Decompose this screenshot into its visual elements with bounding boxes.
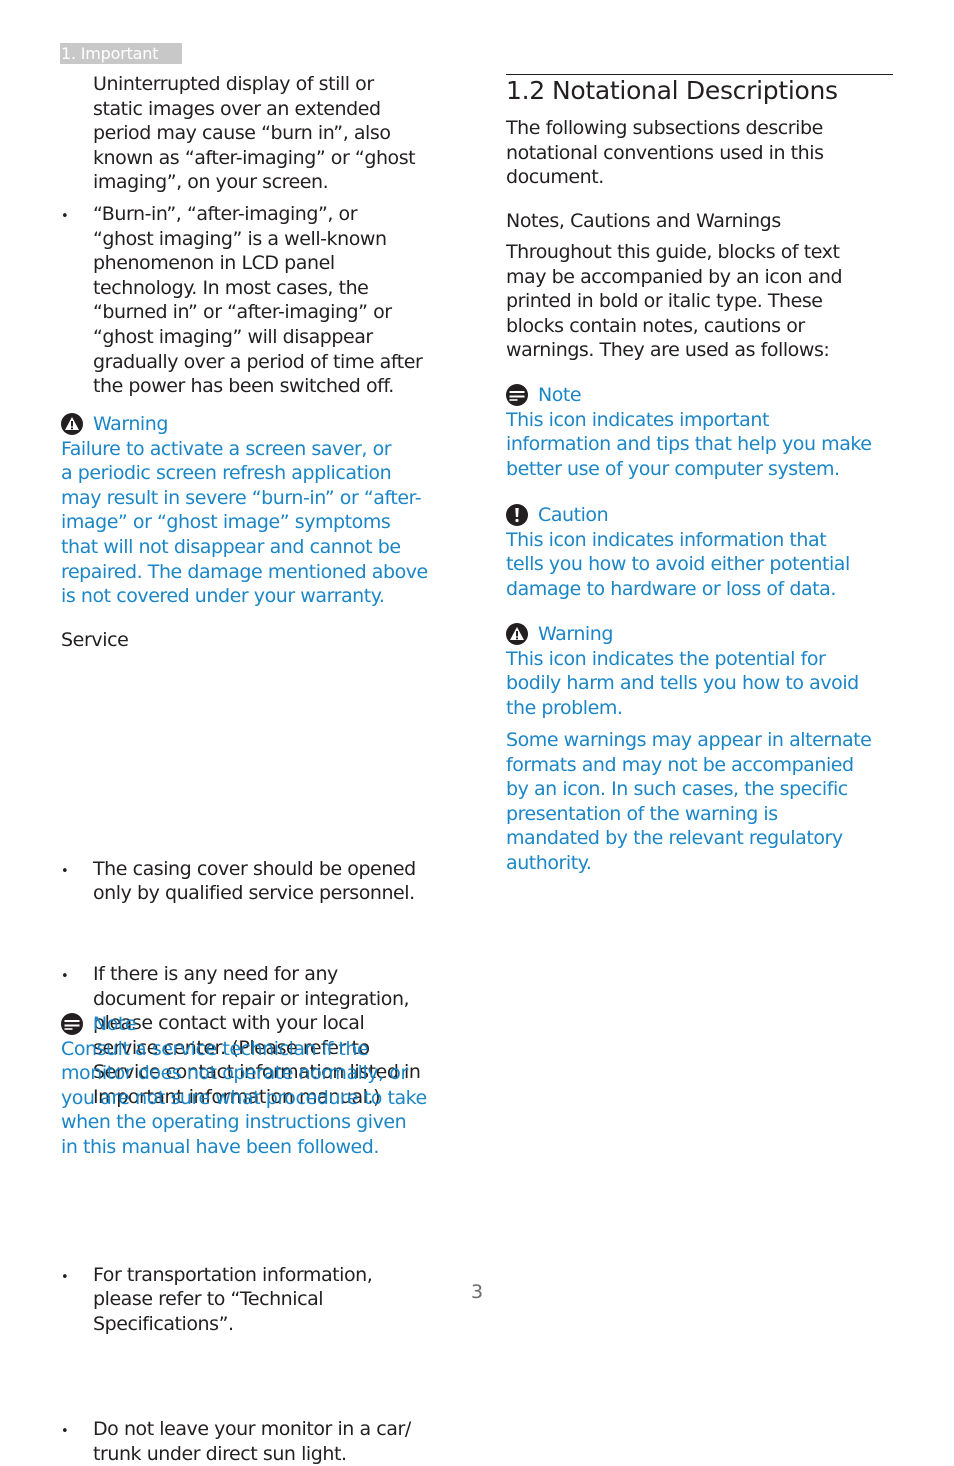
text-line: bodily harm and tells you how to avoid: [506, 672, 859, 695]
text-line: technology. In most cases, the: [93, 276, 369, 299]
note-heading: Note: [61, 1012, 427, 1037]
bullet-marker: [61, 962, 93, 990]
bullet-marker: [61, 202, 93, 230]
text-line: tells you how to avoid either potential: [506, 553, 850, 576]
section-number: 1.2: [506, 76, 545, 105]
caution-exclamation-icon: [506, 504, 528, 527]
warning-triangle-icon: [506, 623, 528, 646]
note-icon: [506, 384, 528, 407]
text-line: image” or “ghost image” symptoms: [61, 511, 391, 534]
caution-heading: Caution: [506, 503, 850, 528]
text-line: when the operating instructions given: [61, 1111, 407, 1134]
text-line: This icon indicates information that: [506, 528, 827, 551]
section-title: 1.2 Notational Descriptions: [506, 76, 838, 106]
text-line: trunk under direct sun light.: [93, 1442, 347, 1465]
text-line: Specifications”.: [93, 1312, 234, 1335]
bullet-item-burn-in: “Burn-in”, “after-imaging”, or “ghost im…: [61, 202, 456, 399]
text-line: Consult a service technician if the: [61, 1037, 369, 1060]
text-line: by an icon. In such cases, the specific: [506, 778, 848, 801]
note-title: Note: [538, 384, 582, 406]
text-line: Do not leave your monitor in a car/: [93, 1418, 411, 1441]
page-number: 3: [470, 1281, 484, 1303]
text-line: damage to hardware or loss of data.: [506, 577, 836, 600]
text-line: may be accompanied by an icon and: [506, 265, 843, 288]
text-line: document.: [506, 166, 604, 189]
note-icon: [61, 1013, 83, 1036]
note-title: Note: [93, 1013, 137, 1035]
warning-title: Warning: [538, 623, 613, 645]
text-line: imaging”, on your screen.: [93, 171, 329, 194]
subsection-body: Throughout this guide, blocks of text ma…: [506, 240, 843, 363]
text-line: you are not sure what procedure to take: [61, 1086, 427, 1109]
text-line: may result in severe “burn-in” or “after…: [61, 486, 422, 509]
note-heading: Note: [506, 383, 872, 408]
text-line: “burned in” or “after-imaging” or: [93, 301, 392, 324]
text-line: document for repair or integration,: [93, 987, 410, 1010]
text-line: gradually over a period of time after: [93, 350, 423, 373]
bullet-marker: [61, 857, 93, 885]
service-bullet-item: The casing cover should be opened only b…: [61, 857, 456, 906]
left-column: Uninterrupted display of still or static…: [61, 0, 456, 1465]
note-block: Note Consult a service technician if the…: [61, 1012, 427, 1160]
text-line: This icon indicates important: [506, 408, 769, 431]
text-line: monitor does not operate normally, or: [61, 1062, 408, 1085]
text-line: authority.: [506, 851, 592, 874]
text-line: only by qualified service personnel.: [93, 882, 415, 905]
service-bullet-item: Do not leave your monitor in a car/ trun…: [61, 1417, 456, 1466]
text-line: printed in bold or italic type. These: [506, 290, 823, 313]
text-line: “ghost imaging” will disappear: [93, 325, 373, 348]
warning-extra-paragraph: Some warnings may appear in alternate fo…: [506, 728, 872, 876]
text-line: information and tips that help you make: [506, 433, 872, 456]
section-intro: The following subsections describe notat…: [506, 116, 824, 190]
text-line: known as “after-imaging” or “ghost: [93, 146, 416, 169]
text-line: “Burn-in”, “after-imaging”, or: [93, 203, 358, 225]
text-line: phenomenon in LCD panel: [93, 252, 335, 275]
text-line: the problem.: [506, 696, 623, 719]
text-line: The following subsections describe: [506, 117, 823, 139]
warning-heading: Warning: [506, 622, 859, 647]
service-heading: Service: [61, 629, 129, 651]
bullet-marker: [61, 1417, 93, 1445]
text-line: better use of your computer system.: [506, 457, 840, 480]
warning-title: Warning: [93, 413, 168, 435]
text-line: in this manual have been followed.: [61, 1135, 379, 1158]
text-line: mandated by the relevant regulatory: [506, 827, 843, 850]
subsection-heading: Notes, Cautions and Warnings: [506, 210, 781, 232]
text-line: blocks contain notes, cautions or: [506, 314, 805, 337]
text-line: The casing cover should be opened: [93, 857, 416, 880]
text-line: warnings. They are used as follows:: [506, 339, 830, 362]
text-line: repaired. The damage mentioned above: [61, 560, 428, 583]
text-line: period may cause “burn in”, also: [93, 122, 391, 145]
warning-triangle-icon: [61, 413, 83, 436]
caution-title: Caution: [538, 504, 609, 526]
text-line: static images over an extended: [93, 97, 381, 120]
note-description-block: Note This icon indicates important infor…: [506, 383, 872, 481]
text-line: Uninterrupted display of still or: [93, 73, 374, 95]
text-line: a periodic screen refresh application: [61, 462, 392, 485]
intro-paragraph: Uninterrupted display of still or static…: [61, 72, 416, 195]
warning-block: Warning Failure to activate a screen sav…: [61, 412, 428, 609]
text-line: If there is any need for any: [93, 962, 338, 985]
text-line: “ghost imaging” is a well-known: [93, 227, 387, 250]
text-line: Failure to activate a screen saver, or: [61, 437, 392, 460]
warning-description-block: Warning This icon indicates the potentia…: [506, 622, 859, 720]
text-line: that will not disappear and cannot be: [61, 535, 401, 558]
caution-description-block: Caution This icon indicates information …: [506, 503, 850, 601]
text-line: Throughout this guide, blocks of text: [506, 241, 840, 263]
text-line: Some warnings may appear in alternate: [506, 729, 872, 751]
text-line: notational conventions used in this: [506, 141, 824, 164]
text-line: This icon indicates the potential for: [506, 647, 826, 670]
warning-heading: Warning: [61, 412, 428, 437]
text-line: is not covered under your warranty.: [61, 585, 385, 608]
text-line: formats and may not be accompanied: [506, 753, 854, 776]
text-line: the power has been switched off.: [93, 375, 394, 398]
section-divider: [506, 74, 893, 75]
section-title-text: Notational Descriptions: [552, 76, 838, 105]
text-line: presentation of the warning is: [506, 802, 778, 825]
